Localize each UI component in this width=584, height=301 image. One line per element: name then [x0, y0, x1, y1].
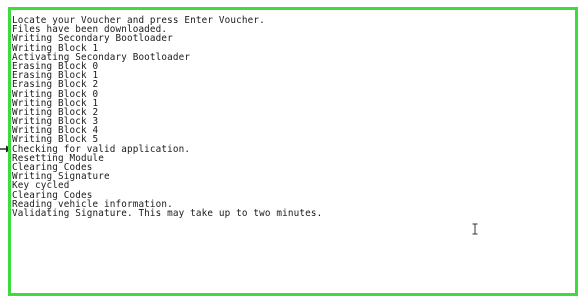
screen: Locate your Voucher and press Enter Vouc…: [0, 0, 584, 301]
log-line-list: Locate your Voucher and press Enter Vouc…: [12, 16, 322, 218]
log-line: Validating Signature. This may take up t…: [12, 207, 323, 219]
log-output-panel[interactable]: Locate your Voucher and press Enter Vouc…: [8, 7, 578, 296]
text-cursor-icon: [472, 223, 478, 235]
